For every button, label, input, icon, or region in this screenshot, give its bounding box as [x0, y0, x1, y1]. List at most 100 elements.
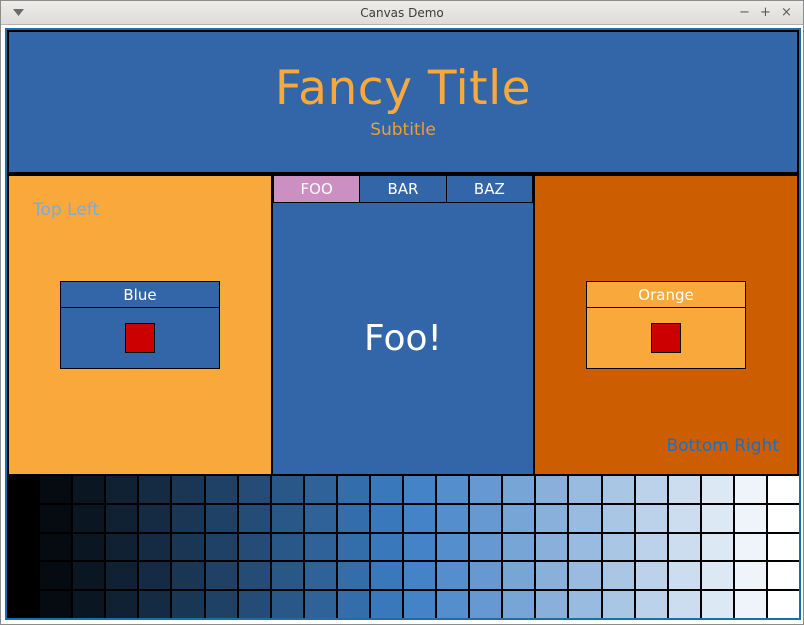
grid-cell	[371, 505, 402, 532]
grid-cell	[7, 534, 38, 561]
grid-cell	[40, 562, 71, 589]
grid-cell	[536, 591, 567, 618]
grid-cell	[239, 505, 270, 532]
grid-cell	[239, 476, 270, 503]
grid-cell	[7, 505, 38, 532]
grid-cell	[437, 505, 468, 532]
card-orange: Orange	[586, 281, 746, 369]
grid-cell	[636, 562, 667, 589]
grid-cell	[239, 534, 270, 561]
grid-cell	[338, 534, 369, 561]
grid-cell	[603, 476, 634, 503]
grid-cell	[702, 534, 733, 561]
grid-cell	[239, 562, 270, 589]
card-blue: Blue	[60, 281, 220, 369]
grid-cell	[569, 562, 600, 589]
grid-cell	[172, 505, 203, 532]
grid-cell	[603, 562, 634, 589]
grid-cell	[172, 591, 203, 618]
grid-cell	[437, 476, 468, 503]
tab-bar-label: BAR	[388, 180, 419, 198]
grid-cell	[305, 505, 336, 532]
panel-center: FOO BAR BAZ Foo!	[273, 174, 533, 476]
grid-cell	[735, 591, 766, 618]
tab-baz[interactable]: BAZ	[447, 176, 533, 203]
grid-cell	[172, 476, 203, 503]
grid-cell	[272, 534, 303, 561]
grid-cell	[536, 562, 567, 589]
window-titlebar[interactable]: Canvas Demo − + ×	[1, 1, 803, 25]
grid-cell	[669, 562, 700, 589]
application-window: Canvas Demo − + × Fancy Title Subtitle T…	[0, 0, 804, 625]
tab-bar-item[interactable]: BAR	[360, 176, 446, 203]
grid-cell	[669, 591, 700, 618]
card-blue-body	[61, 308, 219, 368]
grid-cell	[73, 476, 104, 503]
grid-cell	[40, 476, 71, 503]
grid-cell	[636, 505, 667, 532]
grid-cell	[437, 534, 468, 561]
grid-cell	[569, 591, 600, 618]
grid-cell	[305, 562, 336, 589]
close-button[interactable]: ×	[777, 3, 796, 22]
grid-cell	[305, 534, 336, 561]
demo-canvas: Fancy Title Subtitle Top Left Blue	[5, 28, 801, 620]
grid-cell	[338, 505, 369, 532]
grid-cell	[735, 505, 766, 532]
grid-cell	[40, 505, 71, 532]
grid-cell	[7, 562, 38, 589]
grid-cell	[73, 562, 104, 589]
card-blue-title: Blue	[61, 282, 219, 308]
grid-cell	[735, 562, 766, 589]
grid-cell	[272, 591, 303, 618]
window-menu-button[interactable]	[1, 1, 35, 24]
grid-cell	[669, 534, 700, 561]
maximize-button[interactable]: +	[756, 3, 775, 22]
grid-cell	[338, 562, 369, 589]
grid-cell	[503, 534, 534, 561]
grid-cell	[768, 562, 799, 589]
grid-cell	[536, 505, 567, 532]
grid-cell	[305, 591, 336, 618]
grid-cell	[669, 476, 700, 503]
grid-cell	[702, 476, 733, 503]
grid-cell	[768, 476, 799, 503]
grid-cell	[338, 476, 369, 503]
chevron-down-icon	[13, 9, 24, 16]
grid-cell	[206, 562, 237, 589]
panel-top-left-label: Top Left	[33, 200, 99, 220]
grid-cell	[470, 591, 501, 618]
grid-cell	[40, 591, 71, 618]
page-subtitle: Subtitle	[370, 121, 436, 140]
grid-cell	[106, 562, 137, 589]
minimize-button[interactable]: −	[735, 3, 754, 22]
grid-cell	[437, 591, 468, 618]
grid-cell	[636, 534, 667, 561]
grid-cell	[404, 505, 435, 532]
grid-cell	[206, 505, 237, 532]
grid-cell	[404, 534, 435, 561]
grid-cell	[470, 476, 501, 503]
tab-foo[interactable]: FOO	[273, 176, 360, 203]
tab-bar: FOO BAR BAZ	[273, 176, 533, 203]
grid-cell	[7, 476, 38, 503]
window-controls: − + ×	[735, 3, 803, 22]
grid-cell	[636, 476, 667, 503]
gradient-grid	[7, 476, 799, 618]
panel-bottom-right-label: Bottom Right	[666, 436, 779, 456]
grid-cell	[73, 534, 104, 561]
tab-foo-label: FOO	[301, 180, 333, 198]
card-orange-swatch	[651, 323, 681, 353]
grid-cell	[371, 476, 402, 503]
panel-top-left: Top Left Blue	[7, 174, 273, 476]
grid-cell	[503, 591, 534, 618]
header-band: Fancy Title Subtitle	[7, 30, 799, 174]
card-orange-body	[587, 308, 745, 368]
grid-cell	[437, 562, 468, 589]
grid-cell	[338, 591, 369, 618]
panel-row: Top Left Blue FOO BAR	[7, 174, 799, 476]
grid-cell	[73, 505, 104, 532]
grid-cell	[139, 505, 170, 532]
tab-panel-content: Foo!	[273, 203, 533, 474]
grid-cell	[536, 534, 567, 561]
